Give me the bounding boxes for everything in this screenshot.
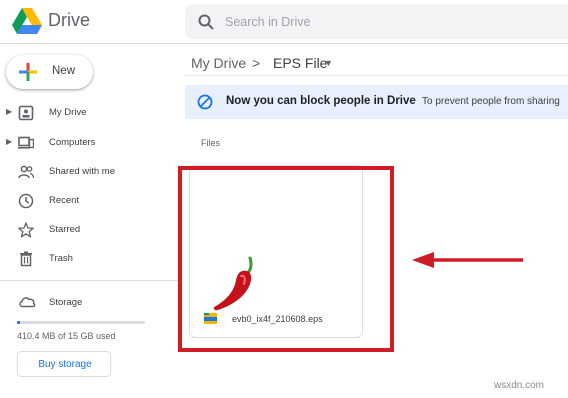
my-drive-icon bbox=[18, 105, 34, 121]
banner-title: Now you can block people in Drive bbox=[226, 95, 416, 107]
files-section-title: Files bbox=[201, 138, 221, 148]
google-drive-logo[interactable] bbox=[12, 8, 42, 34]
shared-icon bbox=[18, 165, 34, 179]
sidebar-item-label: Trash bbox=[49, 253, 73, 264]
search-icon[interactable] bbox=[197, 13, 215, 31]
sidebar-item-my-drive[interactable]: ▶ My Drive bbox=[0, 101, 175, 125]
sidebar-item-label: Starred bbox=[49, 224, 81, 235]
sidebar-item-label: Shared with me bbox=[49, 166, 116, 177]
file-card[interactable]: evb0_ix4f_210608.eps bbox=[189, 165, 363, 338]
sidebar-item-shared-with-me[interactable]: Shared with me bbox=[0, 160, 175, 184]
sidebar-item-computers[interactable]: ▶ Computers bbox=[0, 131, 175, 155]
new-button-label: New bbox=[52, 65, 76, 77]
block-icon bbox=[197, 94, 213, 110]
storage-progress-bar bbox=[17, 321, 145, 324]
computers-icon bbox=[18, 136, 34, 149]
app-header: Drive bbox=[0, 0, 568, 44]
chili-pepper-thumbnail bbox=[213, 256, 253, 311]
info-banner: Now you can block people in Drive To pre… bbox=[185, 85, 568, 119]
storage-progress-fill bbox=[17, 321, 21, 324]
eps-file-icon bbox=[204, 313, 217, 324]
watermark: wsxdn.com bbox=[494, 380, 545, 391]
new-button[interactable]: New bbox=[6, 55, 93, 89]
sidebar-item-trash[interactable]: Trash bbox=[0, 247, 175, 271]
clock-icon bbox=[18, 193, 34, 209]
banner-subtitle: To prevent people from sharing bbox=[422, 96, 560, 107]
breadcrumb-current-folder[interactable]: EPS File bbox=[273, 55, 327, 71]
sidebar-divider bbox=[0, 280, 180, 281]
sidebar-item-label: Computers bbox=[49, 137, 96, 148]
breadcrumb-my-drive[interactable]: My Drive bbox=[191, 55, 246, 71]
storage-label[interactable]: Storage bbox=[49, 297, 82, 308]
sidebar-item-label: Recent bbox=[49, 195, 80, 206]
app-name[interactable]: Drive bbox=[48, 10, 90, 31]
main-divider bbox=[185, 75, 568, 76]
left-arrow-icon bbox=[412, 252, 523, 268]
plus-icon bbox=[19, 63, 37, 81]
buy-storage-label: Buy storage bbox=[38, 359, 92, 370]
sidebar-item-label: My Drive bbox=[49, 107, 87, 118]
search-input[interactable] bbox=[225, 12, 555, 32]
trash-icon bbox=[20, 251, 32, 267]
cloud-icon bbox=[19, 297, 36, 308]
file-name[interactable]: evb0_ix4f_210608.eps bbox=[232, 314, 323, 324]
sidebar-item-starred[interactable]: Starred bbox=[0, 218, 175, 242]
expand-caret-icon[interactable]: ▶ bbox=[6, 137, 12, 146]
chevron-down-icon[interactable]: ▼ bbox=[324, 58, 333, 68]
buy-storage-button[interactable]: Buy storage bbox=[17, 351, 111, 377]
breadcrumb-separator: > bbox=[252, 55, 261, 71]
star-icon bbox=[18, 222, 34, 238]
sidebar-item-recent[interactable]: Recent bbox=[0, 189, 175, 213]
storage-usage-text: 410.4 MB of 15 GB used bbox=[17, 331, 116, 341]
search-bar[interactable] bbox=[185, 4, 568, 39]
expand-caret-icon[interactable]: ▶ bbox=[6, 107, 12, 116]
